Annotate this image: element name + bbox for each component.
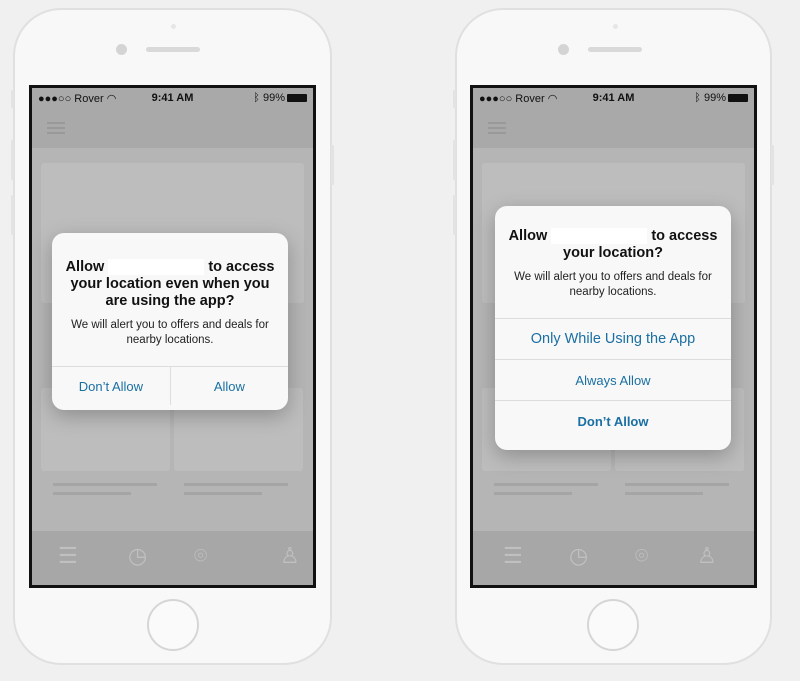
volume-up: [453, 140, 456, 180]
text-line: [625, 492, 703, 495]
profile-icon[interactable]: ♙: [280, 543, 300, 569]
location-pin-icon[interactable]: ⌾: [194, 543, 207, 569]
phone-left: ●●●○○ Rover ◠ 9:41 AM ᛒ 99% ☰ ◷ ⌾ ♙ Allo…: [11, 8, 334, 665]
battery-text: ᛒ 99%: [694, 92, 726, 104]
only-while-using-button[interactable]: Only While Using the App: [495, 318, 731, 359]
dialog-title: Allow to access your location?: [495, 228, 731, 262]
always-allow-button[interactable]: Always Allow: [495, 359, 731, 400]
battery-text: ᛒ 99%: [253, 92, 285, 104]
allow-button[interactable]: Allow: [169, 367, 288, 405]
volume-down: [453, 195, 456, 235]
clock-icon[interactable]: ◷: [128, 543, 147, 569]
bluetooth-icon: ᛒ: [694, 92, 701, 104]
text-line: [184, 483, 288, 486]
location-permission-dialog: Allow to access your location even when …: [52, 233, 288, 410]
dont-allow-button[interactable]: Don’t Allow: [52, 367, 170, 405]
mute-switch: [453, 90, 456, 108]
front-camera: [116, 44, 127, 55]
menu-icon[interactable]: [488, 122, 506, 137]
volume-up: [11, 140, 14, 180]
app-header: [473, 108, 754, 148]
menu-icon[interactable]: [47, 122, 65, 137]
status-bar: ●●●○○ Rover ◠ 9:41 AM ᛒ 99%: [473, 88, 754, 108]
dialog-message: We will alert you to offers and deals fo…: [71, 319, 269, 346]
text-line: [53, 483, 157, 486]
clock-icon[interactable]: ◷: [569, 543, 588, 569]
battery-percent: 99%: [703, 92, 726, 104]
text-line: [184, 492, 262, 495]
front-camera: [558, 44, 569, 55]
status-bar: ●●●○○ Rover ◠ 9:41 AM ᛒ 99%: [32, 88, 313, 108]
sensor: [613, 24, 618, 29]
text-line: [53, 492, 131, 495]
redacted-app-name: [551, 228, 648, 245]
dialog-message: We will alert you to offers and deals fo…: [514, 271, 712, 298]
dialog-title: Allow to access your location even when …: [52, 259, 288, 310]
speaker: [588, 47, 642, 52]
location-pin-icon[interactable]: ⌾: [635, 543, 648, 569]
sensor: [171, 24, 176, 29]
dont-allow-button[interactable]: Don’t Allow: [495, 400, 731, 441]
list-icon[interactable]: ☰: [58, 543, 78, 569]
profile-icon[interactable]: ♙: [697, 543, 717, 569]
home-button[interactable]: [147, 599, 199, 651]
tab-bar: ☰ ◷ ⌾ ♙: [32, 531, 313, 585]
battery-icon: [287, 94, 307, 102]
phone-right: ●●●○○ Rover ◠ 9:41 AM ᛒ 99% ☰ ◷ ⌾ ♙ Allo…: [453, 8, 774, 665]
volume-down: [11, 195, 14, 235]
battery-percent: 99%: [262, 92, 285, 104]
screen: ●●●○○ Rover ◠ 9:41 AM ᛒ 99% ☰ ◷ ⌾ ♙ Allo…: [29, 85, 316, 588]
power-button: [331, 145, 334, 185]
dialog-buttons: Don’t Allow Allow: [52, 366, 288, 405]
redacted-app-name: [108, 259, 205, 276]
speaker: [146, 47, 200, 52]
mute-switch: [11, 90, 14, 108]
app-header: [32, 108, 313, 148]
text-line: [494, 483, 598, 486]
bluetooth-icon: ᛒ: [253, 92, 260, 104]
text-line: [625, 483, 729, 486]
battery-icon: [728, 94, 748, 102]
title-prefix: Allow: [65, 259, 105, 275]
title-prefix: Allow: [508, 228, 548, 244]
power-button: [771, 145, 774, 185]
screen: ●●●○○ Rover ◠ 9:41 AM ᛒ 99% ☰ ◷ ⌾ ♙ Allo…: [470, 85, 757, 588]
tab-bar: ☰ ◷ ⌾ ♙: [473, 531, 754, 585]
text-line: [494, 492, 572, 495]
list-icon[interactable]: ☰: [503, 543, 523, 569]
location-permission-dialog: Allow to access your location? We will a…: [495, 206, 731, 450]
home-button[interactable]: [587, 599, 639, 651]
